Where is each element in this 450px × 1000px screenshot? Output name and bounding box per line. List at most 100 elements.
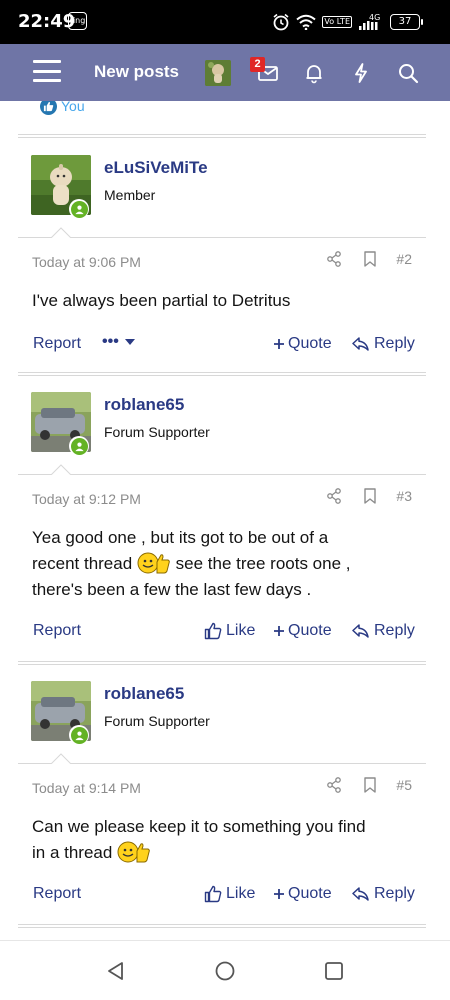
like-button[interactable]: Like [204, 885, 255, 903]
post-header-divider [18, 237, 426, 238]
post-username[interactable]: roblane65 [104, 684, 184, 704]
post-user-title: Forum Supporter [104, 424, 210, 440]
bookmark-icon[interactable] [363, 777, 377, 793]
post-text-line: recent thread see the tree roots one , [32, 551, 412, 577]
thumbs-up-icon [204, 885, 222, 903]
thumbs-up-emoji-icon [117, 841, 150, 863]
post-header-divider [18, 763, 426, 764]
report-link[interactable]: Report [33, 622, 81, 640]
like-label: Like [226, 622, 256, 639]
reaction-summary[interactable]: You [40, 101, 85, 116]
post-number[interactable]: #3 [396, 488, 412, 504]
header-caret [51, 753, 71, 764]
post-user-title: Member [104, 187, 156, 203]
quote-button[interactable]: Quote [273, 622, 332, 640]
page-title[interactable]: New posts [94, 62, 179, 82]
post-text-fragment: see the tree roots one , [175, 554, 351, 573]
ring-app-icon: ring [68, 12, 87, 30]
reply-label: Reply [374, 622, 415, 639]
post-actions: Report Like Quote Reply [18, 620, 426, 644]
share-icon[interactable] [326, 251, 342, 267]
post-text-line: Can we please keep it to something you f… [32, 817, 366, 836]
bell-icon[interactable] [302, 61, 326, 85]
post-meta-actions: #2 [316, 251, 412, 267]
post-username[interactable]: eLuSiVeMiTe [104, 158, 208, 178]
recents-icon[interactable] [324, 961, 344, 981]
like-button[interactable]: Like [204, 622, 255, 640]
post-actions: Report Like Quote Reply [18, 883, 426, 907]
wifi-icon [296, 14, 317, 30]
quote-button[interactable]: Quote [273, 885, 332, 903]
status-time: 22:49 [18, 11, 76, 32]
online-status-icon [69, 436, 89, 456]
thumbs-up-emoji-icon [137, 552, 170, 574]
post-meta-actions: #5 [316, 777, 412, 793]
post-separator [18, 134, 426, 138]
online-status-icon [69, 199, 89, 219]
reply-icon [352, 887, 369, 901]
status-bar: 22:49 ring Vo LTE 4G 37 [0, 0, 450, 44]
thumbs-up-icon [204, 622, 222, 640]
reply-button[interactable]: Reply [352, 885, 415, 903]
reply-button[interactable]: Reply [352, 622, 415, 640]
post-date[interactable]: Today at 9:06 PM [32, 254, 141, 270]
volte-icon: Vo LTE [322, 16, 352, 28]
top-nav-bar: New posts 2 [0, 44, 450, 101]
post-username[interactable]: roblane65 [104, 395, 184, 415]
more-dots: ••• [102, 333, 119, 350]
post-text-fragment: recent thread [32, 554, 133, 573]
post-meta-actions: #3 [316, 488, 412, 504]
hamburger-icon[interactable] [33, 60, 61, 84]
battery-icon: 37 [390, 14, 423, 30]
post-header-divider [18, 474, 426, 475]
post-actions: Report ••• Quote Reply [18, 333, 426, 357]
quote-button[interactable]: Quote [273, 335, 332, 353]
reply-icon [352, 624, 369, 638]
quote-label: Quote [288, 335, 332, 352]
svg-text:4G: 4G [369, 13, 380, 22]
post-separator [18, 372, 426, 376]
reply-label: Reply [374, 885, 415, 902]
report-link[interactable]: Report [33, 335, 81, 353]
alarm-icon [273, 13, 289, 31]
bookmark-icon[interactable] [363, 251, 377, 267]
thread-content[interactable]: You eLuSiVeMiTe Member Today at 9:06 PM [0, 101, 450, 940]
post-text: I've always been partial to Detritus [32, 291, 291, 310]
like-label: Like [226, 885, 256, 902]
post-number[interactable]: #5 [396, 777, 412, 793]
post-date[interactable]: Today at 9:12 PM [32, 491, 141, 507]
post-separator [18, 924, 426, 928]
bolt-icon[interactable] [349, 61, 373, 85]
report-link[interactable]: Report [33, 885, 81, 903]
reply-label: Reply [374, 335, 415, 352]
reaction-label[interactable]: You [61, 101, 85, 114]
header-caret [51, 227, 71, 238]
header-caret [51, 464, 71, 475]
post-separator [18, 661, 426, 665]
post-5-body: Can we please keep it to something you f… [32, 814, 412, 866]
back-icon[interactable] [106, 961, 126, 981]
reply-button[interactable]: Reply [352, 335, 415, 353]
signal-icon: 4G [359, 13, 380, 30]
system-nav-bar [0, 940, 450, 1000]
status-icons: Vo LTE 4G 37 [272, 11, 423, 33]
avatar[interactable] [205, 60, 231, 86]
post-text-line: there's been a few the last few days . [32, 580, 312, 600]
plus-icon [274, 889, 284, 899]
more-options-button[interactable]: ••• [102, 333, 135, 351]
quote-label: Quote [288, 622, 332, 639]
thumbs-up-icon [40, 101, 57, 115]
post-text-line: Yea good one , but its got to be out of … [32, 528, 329, 547]
chevron-down-icon [124, 339, 135, 345]
home-icon[interactable] [215, 961, 235, 981]
post-number[interactable]: #2 [396, 251, 412, 267]
post-3-body: Yea good one , but its got to be out of … [32, 525, 412, 603]
share-icon[interactable] [326, 777, 342, 793]
plus-icon [274, 626, 284, 636]
search-icon[interactable] [396, 61, 420, 85]
bookmark-icon[interactable] [363, 488, 377, 504]
online-status-icon [69, 725, 89, 745]
share-icon[interactable] [326, 488, 342, 504]
post-date[interactable]: Today at 9:14 PM [32, 780, 141, 796]
post-text-line: in a thread [32, 840, 412, 866]
